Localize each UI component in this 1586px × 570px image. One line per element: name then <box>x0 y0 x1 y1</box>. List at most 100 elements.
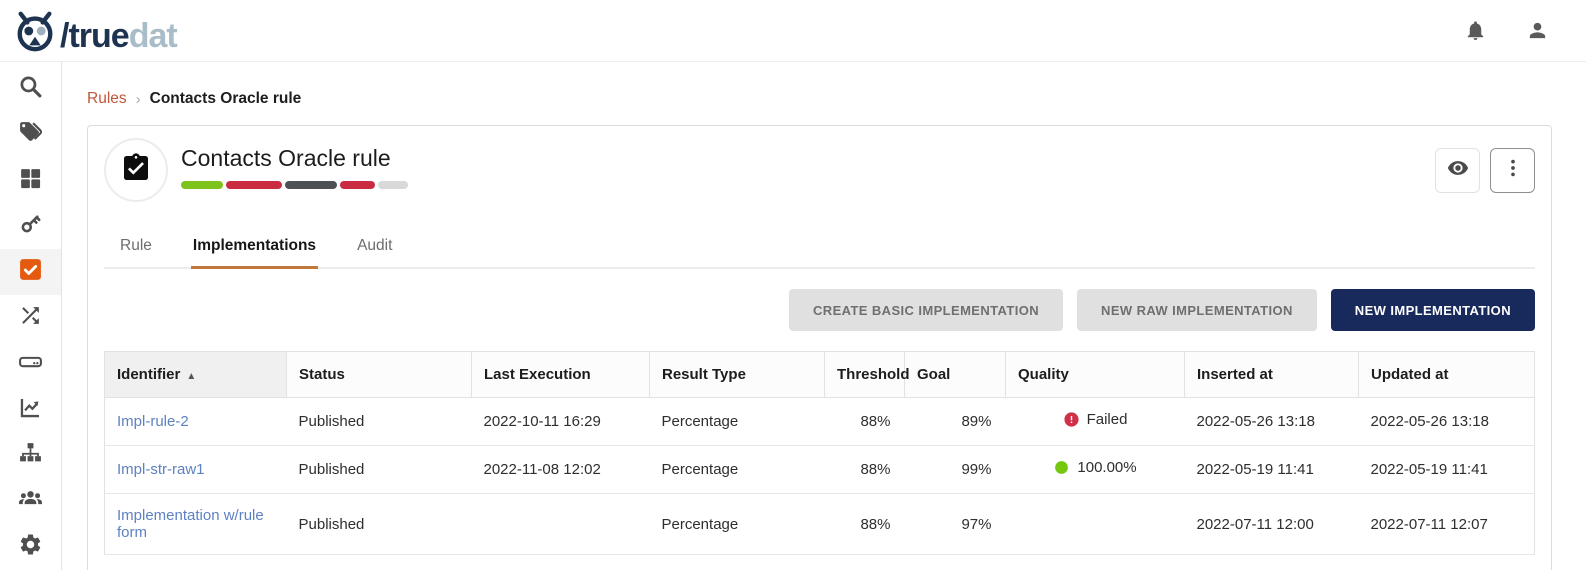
sidebar-item-quality-rules[interactable] <box>0 249 61 295</box>
cell-last_execution <box>472 494 650 555</box>
cell-result_type: Percentage <box>650 398 825 446</box>
sidebar-item-data-sources[interactable] <box>0 341 61 387</box>
quality-segment-2 <box>285 181 337 189</box>
quality-label: 100.00% <box>1077 459 1136 476</box>
grid-icon <box>18 166 43 196</box>
cell-last_execution: 2022-10-11 16:29 <box>472 398 650 446</box>
sidebar-item-groups[interactable] <box>0 478 61 524</box>
quality-segment-3 <box>340 181 375 189</box>
cell-inserted_at: 2022-05-26 13:18 <box>1185 398 1359 446</box>
sidebar-item-permissions[interactable] <box>0 203 61 249</box>
column-header-status[interactable]: Status <box>287 352 472 398</box>
search-icon <box>18 74 43 104</box>
breadcrumb-separator: › <box>136 91 141 108</box>
cell-updated_at: 2022-05-19 11:41 <box>1359 446 1535 494</box>
cell-threshold: 88% <box>825 494 905 555</box>
table-row: Impl-rule-2 Published2022-10-11 16:29Perc… <box>105 398 1535 446</box>
cell-last_execution: 2022-11-08 12:02 <box>472 446 650 494</box>
tab-audit[interactable]: Audit <box>355 229 394 269</box>
check-square-icon <box>18 257 43 287</box>
drive-icon <box>18 349 43 379</box>
column-header-threshold[interactable]: Threshold <box>825 352 905 398</box>
sidebar-item-tags[interactable] <box>0 112 61 158</box>
column-header-goal[interactable]: Goal <box>905 352 1006 398</box>
tab-rule[interactable]: Rule <box>118 229 154 269</box>
table-header-row: Identifier▲StatusLast ExecutionResult Ty… <box>105 352 1535 398</box>
clipboard-check-icon <box>120 152 152 189</box>
tab-implementations[interactable]: Implementations <box>191 229 318 269</box>
quality-segment-4 <box>378 181 408 189</box>
quality-label: Failed <box>1087 411 1128 428</box>
cell-goal: 99% <box>905 446 1006 494</box>
cell-status: Published <box>287 494 472 555</box>
cell-updated_at: 2022-05-26 13:18 <box>1359 398 1535 446</box>
gear-icon <box>18 532 43 562</box>
quality-status: Failed <box>1063 411 1128 428</box>
quality-segment-1 <box>226 181 282 189</box>
tab-bar: Rule Implementations Audit <box>104 229 1535 269</box>
create-basic-implementation-button[interactable]: CREATE BASIC IMPLEMENTATION <box>789 289 1063 331</box>
key-icon <box>18 211 43 241</box>
column-header-last_execution[interactable]: Last Execution <box>472 352 650 398</box>
table-row: Implementation w/rule form Published Perce… <box>105 494 1535 555</box>
breadcrumb-link-rules[interactable]: Rules <box>87 90 127 108</box>
rule-card: Contacts Oracle rule Rule Implementations… <box>87 125 1552 570</box>
column-header-inserted_at[interactable]: Inserted at <box>1185 352 1359 398</box>
cell-inserted_at: 2022-05-19 11:41 <box>1185 446 1359 494</box>
preview-button[interactable] <box>1435 148 1480 193</box>
implementation-link[interactable]: Impl-str-raw1 <box>117 461 205 478</box>
sidebar <box>0 62 62 570</box>
main-content: Rules › Contacts Oracle rule Contacts Or… <box>62 62 1586 570</box>
sidebar-item-search[interactable] <box>0 66 61 112</box>
cell-goal: 97% <box>905 494 1006 555</box>
top-bar: /truedat <box>0 0 1586 62</box>
quality-segment-0 <box>181 181 223 189</box>
sitemap-icon <box>18 440 43 470</box>
users-icon <box>18 486 43 516</box>
brand-name: /truedat <box>60 20 177 52</box>
table-row: Impl-str-raw1Published2022-11-08 12:02Pe… <box>105 446 1535 494</box>
shuffle-icon <box>18 303 43 333</box>
quality-results-bar <box>181 181 408 189</box>
column-header-identifier[interactable]: Identifier▲ <box>105 352 287 398</box>
eye-icon <box>1447 157 1469 184</box>
column-header-result_type[interactable]: Result Type <box>650 352 825 398</box>
rule-card-header: Contacts Oracle rule <box>104 138 1535 202</box>
sidebar-item-analytics[interactable] <box>0 387 61 433</box>
cell-result_type: Percentage <box>650 494 825 555</box>
kebab-icon <box>1502 157 1524 184</box>
brand-logo[interactable]: /truedat <box>14 9 177 53</box>
tags-icon <box>18 120 43 150</box>
more-options-button[interactable] <box>1490 148 1535 193</box>
user-icon[interactable] <box>1526 19 1550 43</box>
cell-threshold: 88% <box>825 446 905 494</box>
breadcrumb-current: Contacts Oracle rule <box>150 90 302 108</box>
breadcrumb: Rules › Contacts Oracle rule <box>87 90 1552 108</box>
owl-logo-icon <box>14 9 56 53</box>
new-raw-implementation-button[interactable]: NEW RAW IMPLEMENTATION <box>1077 289 1317 331</box>
rule-type-badge <box>104 138 168 202</box>
cell-updated_at: 2022-07-11 12:07 <box>1359 494 1535 555</box>
sidebar-item-settings[interactable] <box>0 524 61 570</box>
implementation-link[interactable]: Impl-rule-2 <box>117 413 189 430</box>
column-header-quality[interactable]: Quality <box>1006 352 1185 398</box>
cell-inserted_at: 2022-07-11 12:00 <box>1185 494 1359 555</box>
sidebar-item-structures[interactable] <box>0 433 61 479</box>
error-icon <box>1063 411 1080 428</box>
sort-asc-icon: ▲ <box>186 371 196 382</box>
topbar-actions <box>1464 19 1558 43</box>
column-header-updated_at[interactable]: Updated at <box>1359 352 1535 398</box>
sidebar-item-dashboards[interactable] <box>0 158 61 204</box>
cell-status: Published <box>287 446 472 494</box>
cell-status: Published <box>287 398 472 446</box>
dot-icon <box>1053 459 1070 476</box>
implementation-link[interactable]: Implementation w/rule form <box>117 507 264 541</box>
bell-icon[interactable] <box>1464 19 1488 43</box>
cell-goal: 89% <box>905 398 1006 446</box>
table-body: Impl-rule-2 Published2022-10-11 16:29Perc… <box>105 398 1535 555</box>
sidebar-item-lineage[interactable] <box>0 295 61 341</box>
page-title: Contacts Oracle rule <box>181 138 408 172</box>
implementations-table: Identifier▲StatusLast ExecutionResult Ty… <box>104 351 1535 555</box>
new-implementation-button[interactable]: NEW IMPLEMENTATION <box>1331 289 1535 331</box>
rule-card-actions <box>1435 148 1535 193</box>
